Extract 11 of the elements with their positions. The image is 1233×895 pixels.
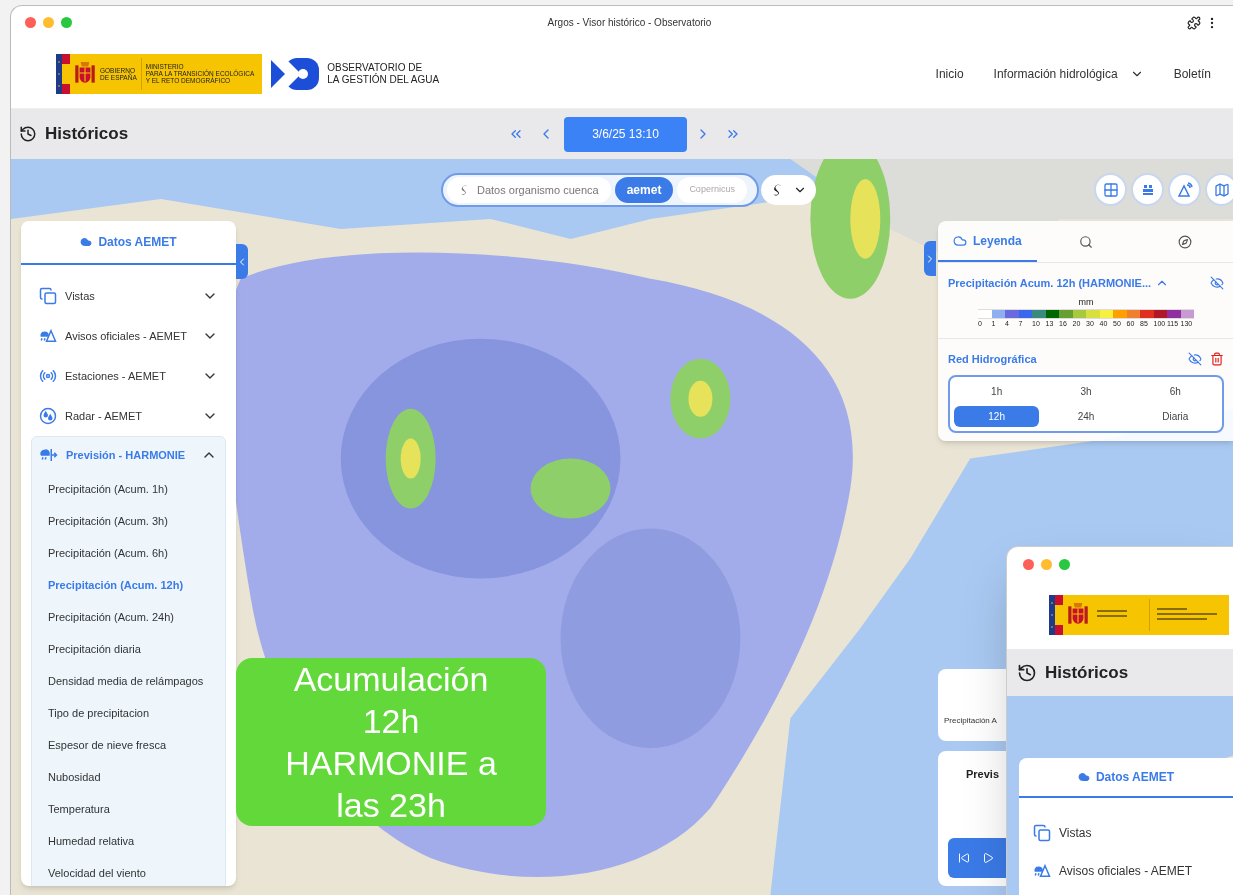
nav-link[interactable]: Boletín: [1173, 64, 1211, 83]
nav-link[interactable]: Inicio: [935, 64, 964, 83]
nav-link[interactable]: Información hidrológica: [993, 64, 1118, 83]
history-icon: [19, 125, 37, 143]
date-button[interactable]: 3/6/25 13:10: [564, 116, 687, 152]
page-title: Históricos: [45, 123, 129, 146]
puzzle-icon[interactable]: [1187, 15, 1201, 30]
brand-name: LA GESTIÓN DEL AGUA: [327, 73, 440, 86]
window-title: Argos - Visor histórico - Observatorio: [546, 16, 713, 30]
brand-name: OBSERVATORIO DE: [327, 61, 424, 73]
brand-logo-icon: [271, 55, 320, 92]
